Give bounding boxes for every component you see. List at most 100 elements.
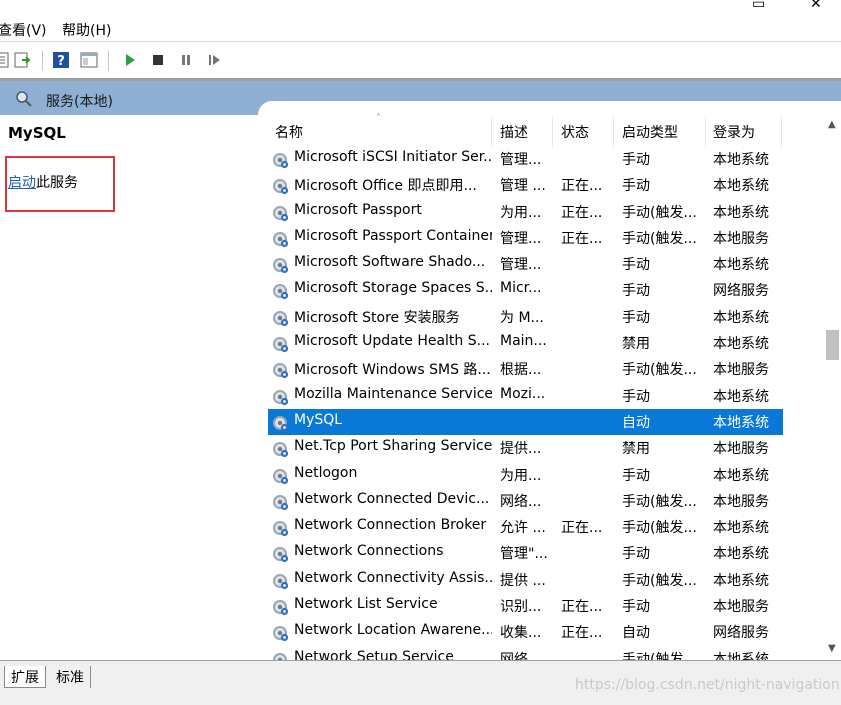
service-startup-type: 自动: [622, 414, 650, 431]
column-header-log-on-as[interactable]: 登录为: [713, 122, 755, 142]
service-log-on-as: 本地系统: [713, 309, 769, 326]
stop-service-icon[interactable]: [149, 51, 167, 69]
column-header-name[interactable]: 名称: [275, 122, 303, 142]
table-row[interactable]: Microsoft Office 即点即用... 管理 ... 正在... 手动 本地系…: [268, 172, 783, 198]
table-row[interactable]: Network Connected Devic... 网络... 手动(触发... 本…: [268, 488, 783, 514]
watermark: https://blog.csdn.net/night-navigation: [575, 677, 840, 693]
service-startup-type: 手动: [622, 388, 650, 405]
table-row[interactable]: Microsoft Windows SMS 路... 根据... 手动(触发... 本…: [268, 356, 783, 382]
service-startup-type: 手动(触发...: [622, 520, 697, 537]
toolbar-separator: [42, 51, 43, 71]
scrollbar-thumb[interactable]: [826, 330, 839, 360]
services-list: Microsoft iSCSI Initiator Ser... 管理... 手动本…: [268, 146, 783, 672]
service-log-on-as: 本地系统: [713, 152, 769, 168]
column-divider: [491, 117, 492, 147]
menu-help[interactable]: 帮助(H): [62, 20, 111, 40]
table-row[interactable]: Network Connections 管理"... 手动 本地系统: [268, 540, 783, 566]
service-startup-type: 手动: [622, 178, 650, 195]
service-name: Microsoft Windows SMS 路...: [294, 362, 491, 379]
menu-view[interactable]: 查看(V): [0, 20, 47, 40]
table-row[interactable]: Microsoft Storage Spaces S... Micr... 手动 网络…: [268, 277, 783, 303]
table-row[interactable]: Microsoft Store 安装服务 为 M... 手动 本地系统: [268, 304, 783, 330]
service-startup-type: 禁用: [622, 441, 650, 458]
vertical-scrollbar[interactable]: ▲ ▼: [824, 115, 841, 660]
tab-extended[interactable]: 扩展: [4, 666, 46, 688]
table-row[interactable]: Microsoft iSCSI Initiator Ser... 管理... 手动 本…: [268, 146, 783, 172]
service-description: 允许 ...: [500, 520, 546, 537]
scroll-down-icon[interactable]: ▼: [828, 643, 836, 654]
table-row[interactable]: MySQL 自动 本地系统: [268, 408, 783, 436]
service-name: MySQL: [294, 411, 343, 428]
table-row[interactable]: Network Location Awarene... 收集... 正在... 自动 网…: [268, 619, 783, 645]
column-header-startup-type[interactable]: 启动类型: [622, 122, 678, 142]
start-service-icon[interactable]: [121, 51, 139, 69]
service-startup-type: 手动(触发...: [622, 204, 697, 221]
service-log-on-as: 网络服务: [713, 625, 769, 642]
service-name: Network Location Awarene...: [294, 622, 492, 639]
service-gear-icon: [270, 413, 290, 433]
table-row[interactable]: Microsoft Passport 为用... 正在... 手动(触发... 本地系统: [268, 199, 783, 225]
table-row[interactable]: Microsoft Software Shado... 管理... 手动 本地系统: [268, 251, 783, 277]
table-row[interactable]: Microsoft Passport Container 管理... 正在... 手动…: [268, 225, 783, 251]
table-row[interactable]: Mozilla Maintenance Service Mozi... 手动 本地系统: [268, 383, 783, 409]
service-gear-icon: [270, 176, 290, 196]
service-name: Microsoft Passport Container: [294, 227, 492, 244]
service-name: Microsoft Update Health S...: [294, 333, 490, 350]
service-startup-type: 手动: [622, 309, 650, 326]
service-gear-icon: [270, 439, 290, 459]
service-description: 网络...: [500, 493, 542, 510]
table-row[interactable]: Net.Tcp Port Sharing Service 提供... 禁用 本地服务: [268, 435, 783, 461]
service-startup-type: 禁用: [622, 336, 650, 353]
services-list-pane: ˄ 名称 描述 状态 启动类型 登录为 Microsoft iSCSI Init…: [258, 101, 841, 668]
export-list-icon[interactable]: [14, 51, 32, 69]
service-status: 正在...: [561, 230, 603, 247]
service-description: 为用...: [500, 204, 542, 221]
maximize-icon[interactable]: ▭: [752, 0, 765, 12]
title-bar: ▭ ✕: [0, 0, 841, 16]
service-gear-icon: [270, 203, 290, 223]
service-gear-icon: [270, 466, 290, 486]
toolbar-separator: [108, 51, 109, 71]
service-log-on-as: 本地系统: [713, 336, 769, 353]
service-name: Network Connected Devic...: [294, 490, 490, 507]
service-log-on-as: 本地系统: [713, 388, 769, 405]
service-log-on-as: 本地服务: [713, 362, 769, 379]
service-name: Microsoft Office 即点即用...: [294, 178, 477, 195]
service-description: 为 M...: [500, 309, 544, 326]
service-description: 管理 ...: [500, 178, 546, 195]
tab-standard[interactable]: 标准: [50, 666, 91, 688]
scroll-up-icon[interactable]: ▲: [828, 119, 836, 130]
service-log-on-as: 本地服务: [713, 441, 769, 458]
view-pane-icon[interactable]: [80, 51, 98, 69]
selected-service-title: MySQL: [8, 124, 66, 142]
resume-service-icon[interactable]: [205, 51, 223, 69]
table-row[interactable]: Microsoft Update Health S... Main... 禁用 本地系…: [268, 330, 783, 356]
service-description: 提供 ...: [500, 572, 546, 589]
table-row[interactable]: Network List Service 识别... 正在... 手动 本地服务: [268, 593, 783, 619]
service-name: Net.Tcp Port Sharing Service: [294, 438, 492, 455]
service-name: Network Connections: [294, 543, 444, 560]
services-search-icon: [16, 91, 32, 107]
service-name: Mozilla Maintenance Service: [294, 385, 492, 402]
service-startup-type: 手动(触发...: [622, 230, 697, 247]
service-log-on-as: 网络服务: [713, 283, 769, 300]
service-description: Micr...: [500, 280, 542, 297]
service-name: Network List Service: [294, 596, 438, 613]
table-row[interactable]: Network Connection Broker 允许 ... 正在... 手动(触…: [268, 514, 783, 540]
service-log-on-as: 本地系统: [713, 467, 769, 484]
table-row[interactable]: Netlogon 为用... 手动 本地系统: [268, 462, 783, 488]
service-name: Microsoft Storage Spaces S...: [294, 280, 492, 297]
service-description: Mozi...: [500, 385, 546, 402]
column-header-description[interactable]: 描述: [500, 122, 528, 142]
service-status: 正在...: [561, 625, 603, 642]
close-icon[interactable]: ✕: [810, 0, 822, 12]
table-row[interactable]: Network Connectivity Assis... 提供 ... 手动(触发…: [268, 567, 783, 593]
service-status: 正在...: [561, 178, 603, 195]
column-header-status[interactable]: 状态: [561, 122, 589, 142]
help-icon[interactable]: ?: [52, 51, 70, 69]
description-pane: MySQL 启动此服务: [0, 115, 258, 660]
service-name: Netlogon: [294, 464, 358, 481]
properties-icon[interactable]: [0, 51, 10, 69]
service-name: Network Connectivity Assis...: [294, 569, 492, 586]
pause-service-icon[interactable]: [177, 51, 195, 69]
